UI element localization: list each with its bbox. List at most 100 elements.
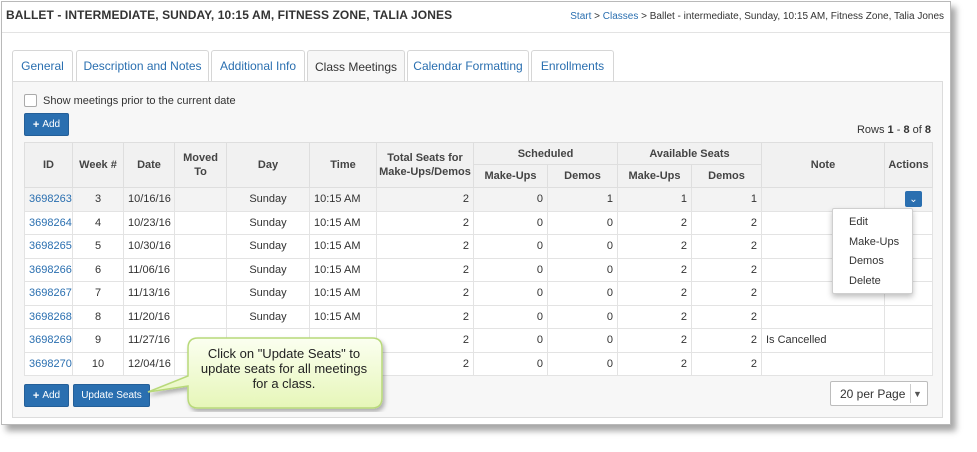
add-meeting-button-bottom[interactable]: + Add [24, 384, 69, 407]
cell-available-demos: 2 [691, 257, 762, 282]
header-scheduled-demos: Demos [547, 164, 618, 188]
cell-day: Sunday [226, 234, 310, 259]
cell-scheduled-demos: 0 [547, 210, 618, 235]
breadcrumb-separator: > [638, 11, 650, 22]
meeting-id-link[interactable]: 3698268 [29, 311, 72, 323]
meeting-id-link[interactable]: 3698269 [29, 334, 72, 346]
cell-total-seats: 2 [376, 328, 474, 353]
cell-available-demos: 2 [691, 351, 762, 376]
cell-moved-to [174, 234, 227, 259]
cell-scheduled-makeups: 0 [473, 304, 548, 329]
cell-week: 8 [72, 304, 124, 329]
cell-available-makeups: 2 [617, 328, 692, 353]
cell-date: 11/06/16 [123, 257, 175, 282]
cell-week: 3 [72, 187, 124, 212]
add-meeting-button-top[interactable]: + Add [24, 113, 69, 136]
rows-total: 8 [924, 124, 931, 136]
breadcrumb-separator: > [591, 11, 603, 22]
actions-menu: Edit Make-Ups Demos Delete [832, 208, 913, 294]
meeting-id-link[interactable]: 3698270 [29, 358, 72, 370]
menu-item-delete[interactable]: Delete [833, 272, 912, 292]
header-total-seats: Total Seats for Make-Ups/Demos [376, 142, 474, 188]
meeting-id-link[interactable]: 3698263 [29, 193, 72, 205]
header-actions: Actions [884, 142, 933, 188]
cell-actions [884, 328, 933, 353]
cell-note [761, 304, 885, 329]
cell-id: 3698268 [24, 304, 73, 329]
cell-moved-to [174, 257, 227, 282]
cell-scheduled-makeups: 0 [473, 281, 548, 306]
cell-id: 3698269 [24, 328, 73, 353]
cell-note [761, 351, 885, 376]
cell-id: 3698266 [24, 257, 73, 282]
cell-available-makeups: 1 [617, 187, 692, 212]
cell-time: 10:15 AM [309, 234, 377, 259]
rows-of: of [909, 124, 925, 136]
cell-date: 10/23/16 [123, 210, 175, 235]
cell-scheduled-demos: 0 [547, 304, 618, 329]
cell-week: 10 [72, 351, 124, 376]
page-title: BALLET - INTERMEDIATE, SUNDAY, 10:15 AM,… [6, 8, 453, 22]
cell-scheduled-makeups: 0 [473, 351, 548, 376]
menu-item-edit[interactable]: Edit [833, 213, 912, 233]
header-scheduled: Scheduled [473, 142, 618, 165]
cell-available-makeups: 2 [617, 234, 692, 259]
cell-total-seats: 2 [376, 304, 474, 329]
meeting-id-link[interactable]: 3698265 [29, 240, 72, 252]
cell-actions [884, 351, 933, 376]
cell-day: Sunday [226, 257, 310, 282]
cell-available-makeups: 2 [617, 281, 692, 306]
cell-scheduled-makeups: 0 [473, 210, 548, 235]
per-page-select[interactable]: 20 per Page ▼ [830, 381, 928, 406]
cell-scheduled-demos: 0 [547, 257, 618, 282]
header-date: Date [123, 142, 175, 188]
cell-available-makeups: 2 [617, 257, 692, 282]
show-prior-meetings-checkbox[interactable] [24, 94, 37, 107]
tab-enrollments[interactable]: Enrollments [531, 50, 614, 81]
cell-available-demos: 2 [691, 210, 762, 235]
breadcrumb-current: Ballet - intermediate, Sunday, 10:15 AM,… [649, 11, 944, 22]
header-available-seats: Available Seats [617, 142, 762, 165]
tab-additional-info[interactable]: Additional Info [211, 50, 305, 81]
cell-day: Sunday [226, 281, 310, 306]
cell-id: 3698263 [24, 187, 73, 212]
menu-item-make-ups[interactable]: Make-Ups [833, 233, 912, 253]
cell-week: 5 [72, 234, 124, 259]
show-prior-meetings-row: Show meetings prior to the current date [24, 94, 236, 107]
caret-down-icon: ▼ [910, 384, 924, 403]
cell-date: 11/13/16 [123, 281, 175, 306]
tab-calendar-formatting[interactable]: Calendar Formatting [407, 50, 529, 81]
breadcrumb: Start > Classes > Ballet - intermediate,… [570, 11, 944, 22]
breadcrumb-classes-link[interactable]: Classes [603, 11, 639, 22]
menu-item-demos[interactable]: Demos [833, 252, 912, 272]
table-row: 3698266 6 11/06/16 Sunday 10:15 AM 2 0 0 2 2 [24, 257, 933, 282]
cell-scheduled-makeups: 0 [473, 234, 548, 259]
add-button-label: Add [42, 390, 61, 401]
meeting-id-link[interactable]: 3698267 [29, 287, 72, 299]
cell-time: 10:15 AM [309, 187, 377, 212]
rows-dash: - [893, 124, 904, 136]
plus-icon: + [32, 389, 40, 402]
update-seats-button[interactable]: Update Seats [73, 384, 150, 407]
meeting-id-link[interactable]: 3698264 [29, 217, 72, 229]
cell-scheduled-demos: 0 [547, 281, 618, 306]
show-prior-meetings-label: Show meetings prior to the current date [43, 94, 236, 107]
cell-scheduled-demos: 0 [547, 234, 618, 259]
cell-available-demos: 1 [691, 187, 762, 212]
cell-total-seats: 2 [376, 351, 474, 376]
tab-general[interactable]: General [12, 50, 73, 81]
breadcrumb-start-link[interactable]: Start [570, 11, 591, 22]
header-note: Note [761, 142, 885, 188]
cell-moved-to [174, 187, 227, 212]
tab-description-and-notes[interactable]: Description and Notes [76, 50, 209, 81]
tab-class-meetings[interactable]: Class Meetings [307, 50, 405, 82]
meeting-id-link[interactable]: 3698266 [29, 264, 72, 276]
cell-time: 10:15 AM [309, 281, 377, 306]
chevron-down-icon[interactable]: ⌄ [905, 191, 922, 208]
cell-day: Sunday [226, 187, 310, 212]
header-time: Time [309, 142, 377, 188]
cell-time: 10:15 AM [309, 257, 377, 282]
cell-date: 10/30/16 [123, 234, 175, 259]
cell-scheduled-demos: 0 [547, 351, 618, 376]
cell-scheduled-makeups: 0 [473, 187, 548, 212]
